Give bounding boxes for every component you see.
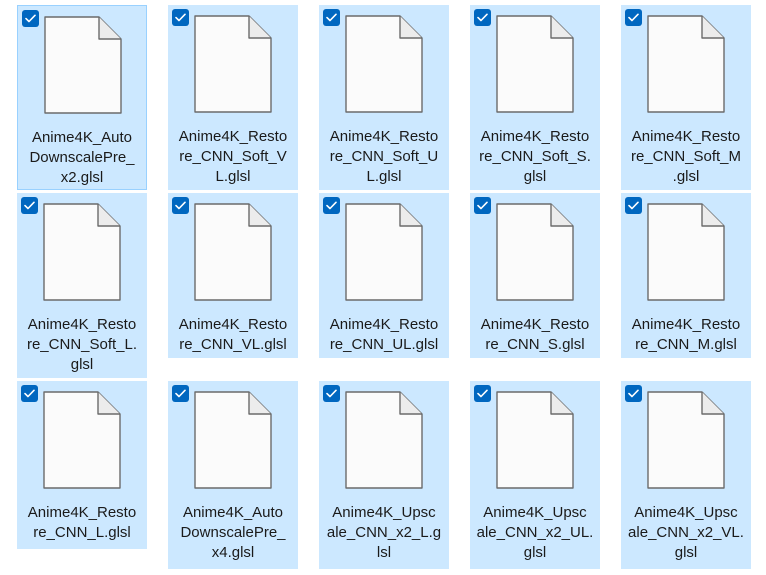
document-icon bbox=[194, 15, 272, 113]
selection-checkbox[interactable] bbox=[21, 197, 38, 214]
file-name-label: Anime4K_Resto re_CNN_Soft_L. glsl bbox=[26, 316, 138, 373]
file-name-label: Anime4K_Upsc ale_CNN_x2_VL. glsl bbox=[628, 504, 744, 561]
file-name-label: Anime4K_Upsc ale_CNN_x2_UL. glsl bbox=[476, 504, 594, 561]
file-item[interactable]: Anime4K_Auto DownscalePre_ x4.glsl bbox=[168, 381, 298, 569]
checkmark-icon bbox=[326, 389, 337, 398]
file-item[interactable]: Anime4K_Resto re_CNN_UL.glsl bbox=[319, 193, 449, 358]
selection-checkbox[interactable] bbox=[625, 9, 642, 26]
document-icon bbox=[345, 15, 423, 113]
document-icon bbox=[496, 391, 574, 489]
selection-checkbox[interactable] bbox=[474, 9, 491, 26]
file-name-label: Anime4K_Resto re_CNN_Soft_S. glsl bbox=[479, 128, 591, 185]
selection-checkbox[interactable] bbox=[625, 197, 642, 214]
checkmark-icon bbox=[24, 201, 35, 210]
file-item[interactable]: Anime4K_Resto re_CNN_L.glsl bbox=[17, 381, 147, 549]
file-name-label: Anime4K_Resto re_CNN_UL.glsl bbox=[329, 316, 439, 353]
selection-checkbox[interactable] bbox=[172, 9, 189, 26]
file-name-label: Anime4K_Auto DownscalePre_ x2.glsl bbox=[29, 129, 135, 186]
document-icon bbox=[194, 391, 272, 489]
checkmark-icon bbox=[175, 13, 186, 22]
file-item[interactable]: Anime4K_Resto re_CNN_Soft_V L.glsl bbox=[168, 5, 298, 190]
file-item[interactable]: Anime4K_Resto re_CNN_VL.glsl bbox=[168, 193, 298, 358]
selection-checkbox[interactable] bbox=[172, 197, 189, 214]
document-icon bbox=[43, 391, 121, 489]
document-icon bbox=[496, 203, 574, 301]
checkmark-icon bbox=[628, 201, 639, 210]
document-icon bbox=[44, 16, 122, 114]
file-item[interactable]: Anime4K_Auto DownscalePre_ x2.glsl bbox=[17, 5, 147, 190]
checkmark-icon bbox=[326, 201, 337, 210]
selection-checkbox[interactable] bbox=[323, 9, 340, 26]
file-item[interactable]: Anime4K_Resto re_CNN_Soft_U L.glsl bbox=[319, 5, 449, 190]
selection-checkbox[interactable] bbox=[474, 197, 491, 214]
file-item[interactable]: Anime4K_Resto re_CNN_S.glsl bbox=[470, 193, 600, 358]
selection-checkbox[interactable] bbox=[474, 385, 491, 402]
file-grid: Anime4K_Auto DownscalePre_ x2.glsl Anime4… bbox=[0, 0, 766, 575]
file-item[interactable]: Anime4K_Resto re_CNN_M.glsl bbox=[621, 193, 751, 358]
file-item[interactable]: Anime4K_Upsc ale_CNN_x2_UL. glsl bbox=[470, 381, 600, 569]
file-name-label: Anime4K_Resto re_CNN_Soft_V L.glsl bbox=[178, 128, 288, 185]
file-name-label: Anime4K_Resto re_CNN_Soft_M .glsl bbox=[630, 128, 742, 185]
checkmark-icon bbox=[175, 389, 186, 398]
file-name-label: Anime4K_Resto re_CNN_Soft_U L.glsl bbox=[329, 128, 439, 185]
file-item[interactable]: Anime4K_Upsc ale_CNN_x2_VL. glsl bbox=[621, 381, 751, 569]
selection-checkbox[interactable] bbox=[21, 385, 38, 402]
checkmark-icon bbox=[628, 389, 639, 398]
document-icon bbox=[647, 203, 725, 301]
checkmark-icon bbox=[477, 13, 488, 22]
document-icon bbox=[647, 15, 725, 113]
selection-checkbox[interactable] bbox=[323, 197, 340, 214]
file-item[interactable]: Anime4K_Upsc ale_CNN_x2_L.g lsl bbox=[319, 381, 449, 569]
document-icon bbox=[43, 203, 121, 301]
selection-checkbox[interactable] bbox=[625, 385, 642, 402]
checkmark-icon bbox=[24, 389, 35, 398]
file-name-label: Anime4K_Resto re_CNN_M.glsl bbox=[631, 316, 741, 353]
selection-checkbox[interactable] bbox=[323, 385, 340, 402]
file-item[interactable]: Anime4K_Resto re_CNN_Soft_L. glsl bbox=[17, 193, 147, 378]
document-icon bbox=[345, 391, 423, 489]
file-item[interactable]: Anime4K_Resto re_CNN_Soft_S. glsl bbox=[470, 5, 600, 190]
document-icon bbox=[496, 15, 574, 113]
checkmark-icon bbox=[477, 389, 488, 398]
selection-checkbox[interactable] bbox=[172, 385, 189, 402]
checkmark-icon bbox=[628, 13, 639, 22]
document-icon bbox=[647, 391, 725, 489]
document-icon bbox=[194, 203, 272, 301]
checkmark-icon bbox=[25, 14, 36, 23]
file-name-label: Anime4K_Auto DownscalePre_ x4.glsl bbox=[180, 504, 286, 561]
checkmark-icon bbox=[175, 201, 186, 210]
selection-checkbox[interactable] bbox=[22, 10, 39, 27]
checkmark-icon bbox=[477, 201, 488, 210]
file-name-label: Anime4K_Resto re_CNN_VL.glsl bbox=[178, 316, 288, 353]
checkmark-icon bbox=[326, 13, 337, 22]
file-name-label: Anime4K_Resto re_CNN_S.glsl bbox=[480, 316, 590, 353]
file-name-label: Anime4K_Resto re_CNN_L.glsl bbox=[27, 504, 137, 541]
file-name-label: Anime4K_Upsc ale_CNN_x2_L.g lsl bbox=[326, 504, 442, 561]
document-icon bbox=[345, 203, 423, 301]
file-item[interactable]: Anime4K_Resto re_CNN_Soft_M .glsl bbox=[621, 5, 751, 190]
